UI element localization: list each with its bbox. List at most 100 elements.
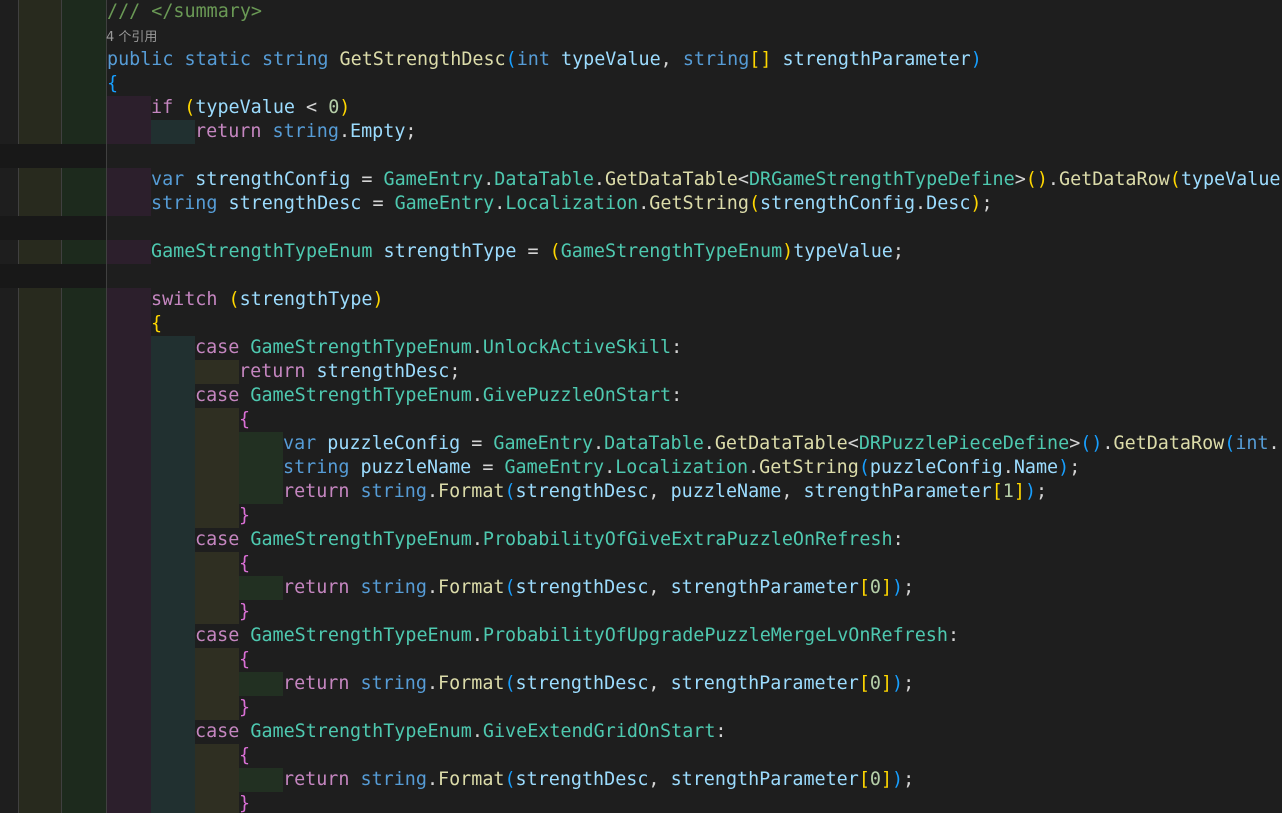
- blank-line[interactable]: [0, 216, 1282, 240]
- indent-band: [195, 792, 239, 813]
- token-ctrl: return: [195, 121, 262, 142]
- code-line[interactable]: {: [0, 552, 1282, 576]
- blank-line[interactable]: [0, 264, 1282, 288]
- code-text[interactable]: }: [239, 792, 250, 813]
- code-line[interactable]: return strengthDesc;: [0, 360, 1282, 384]
- code-line[interactable]: case GameStrengthTypeEnum.GivePuzzleOnSt…: [0, 384, 1282, 408]
- code-text[interactable]: if (typeValue < 0): [151, 96, 350, 120]
- code-text[interactable]: string puzzleName = GameEntry.Localizati…: [283, 456, 1080, 480]
- token-type: GameStrengthTypeEnum: [250, 625, 472, 646]
- code-line[interactable]: case GameStrengthTypeEnum.ProbabilityOfU…: [0, 624, 1282, 648]
- blank-line-shade: [0, 216, 106, 240]
- token-fn: Format: [438, 577, 505, 598]
- token-ctrl: if: [151, 97, 174, 118]
- code-text[interactable]: case GameStrengthTypeEnum.ProbabilityOfU…: [195, 624, 959, 648]
- token-op: <: [737, 169, 749, 190]
- indent-band: [107, 504, 151, 528]
- code-line[interactable]: }: [0, 792, 1282, 813]
- code-text[interactable]: /// </summary>: [107, 0, 262, 24]
- token-op: .: [1002, 457, 1014, 478]
- code-line[interactable]: {: [0, 744, 1282, 768]
- code-line[interactable]: string puzzleName = GameEntry.Localizati…: [0, 456, 1282, 480]
- code-line[interactable]: return string.Format(strengthDesc, stren…: [0, 576, 1282, 600]
- code-text[interactable]: }: [239, 504, 250, 528]
- codelens-row[interactable]: 4 个引用: [0, 24, 1282, 48]
- code-line[interactable]: }: [0, 600, 1282, 624]
- code-line[interactable]: case GameStrengthTypeEnum.ProbabilityOfG…: [0, 528, 1282, 552]
- code-line[interactable]: string strengthDesc = GameEntry.Localiza…: [0, 192, 1282, 216]
- indent-band: [239, 480, 283, 504]
- code-text[interactable]: switch (strengthType): [151, 288, 384, 312]
- code-line[interactable]: if (typeValue < 0): [0, 96, 1282, 120]
- code-text[interactable]: {: [239, 744, 250, 768]
- indent-band: [107, 792, 151, 813]
- token-b3: ): [892, 673, 904, 694]
- token-b1: ): [372, 289, 384, 310]
- code-text[interactable]: GameStrengthTypeEnum strengthType = (Gam…: [151, 240, 904, 264]
- code-line[interactable]: case GameStrengthTypeEnum.UnlockActiveSk…: [0, 336, 1282, 360]
- code-text[interactable]: }: [239, 696, 250, 720]
- code-line[interactable]: }: [0, 696, 1282, 720]
- code-line[interactable]: {: [0, 72, 1282, 96]
- token-op: [349, 481, 360, 502]
- code-line[interactable]: switch (strengthType): [0, 288, 1282, 312]
- code-line[interactable]: }: [0, 504, 1282, 528]
- token-op: .: [638, 193, 650, 214]
- code-line[interactable]: var puzzleConfig = GameEntry.DataTable.G…: [0, 432, 1282, 456]
- token-op: [173, 49, 184, 70]
- token-b2: }: [239, 601, 251, 622]
- indent-band: [107, 552, 151, 576]
- code-editor[interactable]: /// </summary> 4 个引用 public static string …: [0, 0, 1282, 813]
- code-text[interactable]: {: [239, 408, 250, 432]
- token-b3: ): [1024, 481, 1037, 502]
- code-text[interactable]: }: [239, 600, 250, 624]
- token-op: [239, 625, 250, 646]
- code-text[interactable]: return string.Format(strengthDesc, stren…: [283, 576, 914, 600]
- code-text[interactable]: case GameStrengthTypeEnum.GivePuzzleOnSt…: [195, 384, 682, 408]
- code-text[interactable]: {: [239, 648, 250, 672]
- code-text[interactable]: var puzzleConfig = GameEntry.DataTable.G…: [283, 432, 1280, 456]
- code-text[interactable]: return string.Format(strengthDesc, stren…: [283, 768, 914, 792]
- indent-band: [151, 480, 195, 504]
- code-line[interactable]: return string.Format(strengthDesc, stren…: [0, 672, 1282, 696]
- code-text[interactable]: return string.Format(strengthDesc, stren…: [283, 672, 914, 696]
- indent-band: [107, 288, 151, 312]
- code-text[interactable]: return strengthDesc;: [239, 360, 460, 384]
- code-line[interactable]: return string.Empty;: [0, 120, 1282, 144]
- code-text[interactable]: {: [239, 552, 250, 576]
- indent-band: [195, 696, 239, 720]
- code-text[interactable]: {: [151, 312, 162, 336]
- token-num: 0: [328, 97, 340, 118]
- code-line[interactable]: /// </summary>: [0, 0, 1282, 24]
- code-text[interactable]: string strengthDesc = GameEntry.Localiza…: [151, 192, 993, 216]
- code-line[interactable]: return string.Format(strengthDesc, stren…: [0, 768, 1282, 792]
- code-text[interactable]: public static string GetStrengthDesc(int…: [107, 48, 982, 72]
- token-type: GameEntry: [493, 433, 594, 454]
- token-cmt: /// </summary>: [107, 1, 263, 22]
- token-op: ;: [1036, 481, 1048, 502]
- code-line[interactable]: public static string GetStrengthDesc(int…: [0, 48, 1282, 72]
- code-line[interactable]: case GameStrengthTypeEnum.GiveExtendGrid…: [0, 720, 1282, 744]
- code-line[interactable]: GameStrengthTypeEnum strengthType = (Gam…: [0, 240, 1282, 264]
- code-line[interactable]: {: [0, 408, 1282, 432]
- token-op: .: [593, 169, 605, 190]
- code-line[interactable]: return string.Format(strengthDesc, puzzl…: [0, 480, 1282, 504]
- code-line[interactable]: {: [0, 312, 1282, 336]
- code-text[interactable]: case GameStrengthTypeEnum.GiveExtendGrid…: [195, 720, 727, 744]
- code-text[interactable]: case GameStrengthTypeEnum.ProbabilityOfG…: [195, 528, 904, 552]
- indent-band: [107, 120, 151, 144]
- code-text[interactable]: return string.Empty;: [195, 120, 416, 144]
- token-ctrl: case: [195, 337, 240, 358]
- code-line[interactable]: var strengthConfig = GameEntry.DataTable…: [0, 168, 1282, 192]
- token-op: ,: [648, 769, 671, 790]
- token-op: ,: [660, 49, 683, 70]
- token-ctrl: case: [195, 385, 240, 406]
- code-text[interactable]: var strengthConfig = GameEntry.DataTable…: [151, 168, 1280, 192]
- code-text[interactable]: {: [107, 72, 118, 96]
- indent-band: [107, 384, 151, 408]
- blank-line[interactable]: [0, 144, 1282, 168]
- reference-count-codelens[interactable]: 4 个引用: [106, 24, 157, 48]
- code-text[interactable]: case GameStrengthTypeEnum.UnlockActiveSk…: [195, 336, 682, 360]
- code-text[interactable]: return string.Format(strengthDesc, puzzl…: [283, 480, 1047, 504]
- code-line[interactable]: {: [0, 648, 1282, 672]
